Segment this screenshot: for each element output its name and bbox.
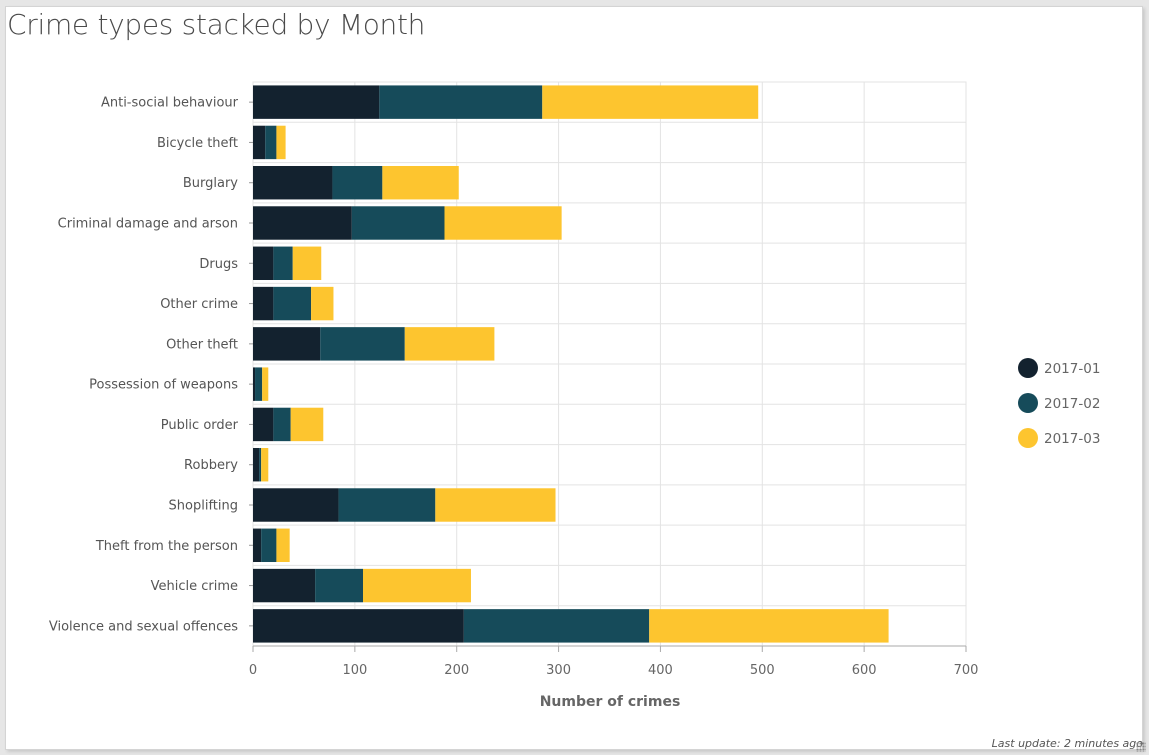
bar-segment-2017-02[interactable] xyxy=(351,206,445,240)
last-update-text: Last update: 2 minutes ago xyxy=(991,737,1143,750)
category-label: Other crime xyxy=(160,297,238,312)
legend-label: 2017-03 xyxy=(1044,431,1100,447)
bar-segment-2017-01[interactable] xyxy=(253,367,256,401)
bar-segment-2017-01[interactable] xyxy=(253,165,333,200)
bar-segment-2017-03[interactable] xyxy=(261,447,269,482)
category-label: Burglary xyxy=(183,176,238,191)
category-label: Violence and sexual offences xyxy=(49,619,238,634)
bar-segment-2017-03[interactable] xyxy=(363,568,471,603)
category-label: Other theft xyxy=(166,337,238,352)
legend: 2017-01 2017-02 2017-03 xyxy=(1018,358,1100,448)
x-tick-label: 200 xyxy=(444,663,469,678)
x-tick-label: 400 xyxy=(648,663,673,678)
bar-segment-2017-01[interactable] xyxy=(253,568,316,603)
bar-segment-2017-03[interactable] xyxy=(649,609,889,643)
resize-grip-icon[interactable] xyxy=(1136,742,1146,752)
bar-segment-2017-01[interactable] xyxy=(253,85,380,119)
bar-segment-2017-03[interactable] xyxy=(435,488,556,522)
bar-segment-2017-01[interactable] xyxy=(253,447,260,482)
category-label: Criminal damage and arson xyxy=(58,217,238,232)
bar-segment-2017-03[interactable] xyxy=(404,327,495,361)
bar-segment-2017-03[interactable] xyxy=(276,528,290,563)
bar-segment-2017-02[interactable] xyxy=(332,165,383,200)
x-axis: 0 100 200 300 400 500 600 700 xyxy=(249,645,979,678)
category-label: Public order xyxy=(161,418,239,433)
bar-segment-2017-02[interactable] xyxy=(261,528,277,563)
bar-segment-2017-02[interactable] xyxy=(273,286,312,321)
bar-segment-2017-02[interactable] xyxy=(463,609,650,643)
bar-segment-2017-01[interactable] xyxy=(253,246,274,281)
bar-segment-2017-03[interactable] xyxy=(542,85,759,119)
x-tick-label: 100 xyxy=(342,663,367,678)
category-label: Robbery xyxy=(184,458,238,473)
bar-segment-2017-03[interactable] xyxy=(292,246,322,281)
bar-segment-2017-03[interactable] xyxy=(311,286,334,321)
category-label: Anti-social behaviour xyxy=(101,96,239,111)
x-axis-title: Number of crimes xyxy=(540,694,681,710)
bar-segment-2017-02[interactable] xyxy=(320,327,405,361)
bar-segment-2017-03[interactable] xyxy=(444,206,562,240)
bar-segment-2017-03[interactable] xyxy=(276,125,286,160)
bar-segment-2017-02[interactable] xyxy=(315,568,364,603)
bar-segment-2017-01[interactable] xyxy=(253,609,464,643)
legend-item-2017-03[interactable]: 2017-03 xyxy=(1018,428,1100,448)
bar-segment-2017-01[interactable] xyxy=(253,206,352,240)
category-label: Theft from the person xyxy=(95,539,238,554)
bar-segment-2017-02[interactable] xyxy=(273,246,293,281)
x-tick-label: 500 xyxy=(750,663,775,678)
legend-item-2017-02[interactable]: 2017-02 xyxy=(1018,393,1100,413)
bar-segment-2017-02[interactable] xyxy=(259,447,262,482)
x-tick-label: 300 xyxy=(546,663,571,678)
legend-swatch-icon xyxy=(1018,358,1038,378)
x-tick-label: 600 xyxy=(852,663,877,678)
stacked-bar-chart: Anti-social behaviour Bicycle theft Burgla… xyxy=(49,81,1100,710)
bar-segment-2017-01[interactable] xyxy=(253,488,339,522)
category-labels: Anti-social behaviour Bicycle theft Burgla… xyxy=(49,96,253,634)
bar-segment-2017-01[interactable] xyxy=(253,286,274,321)
legend-item-2017-01[interactable]: 2017-01 xyxy=(1018,358,1100,378)
legend-swatch-icon xyxy=(1018,428,1038,448)
category-label: Possession of weapons xyxy=(89,378,238,393)
category-label: Drugs xyxy=(199,257,238,272)
bar-segment-2017-02[interactable] xyxy=(273,407,291,442)
legend-swatch-icon xyxy=(1018,393,1038,413)
category-label: Vehicle crime xyxy=(151,579,238,594)
bar-segment-2017-02[interactable] xyxy=(265,125,277,160)
bar-segment-2017-01[interactable] xyxy=(253,528,262,563)
legend-label: 2017-02 xyxy=(1044,396,1100,412)
bar-segment-2017-03[interactable] xyxy=(382,165,459,200)
bar-segment-2017-01[interactable] xyxy=(253,327,321,361)
bar-segment-2017-03[interactable] xyxy=(290,407,324,442)
bar-segment-2017-01[interactable] xyxy=(253,407,274,442)
bar-segment-2017-02[interactable] xyxy=(255,367,263,401)
bar-segment-2017-02[interactable] xyxy=(338,488,436,522)
x-tick-label: 0 xyxy=(249,663,257,678)
bar-segment-2017-01[interactable] xyxy=(253,125,266,160)
x-tick-label: 700 xyxy=(954,663,979,678)
category-label: Shoplifting xyxy=(169,499,238,514)
category-label: Bicycle theft xyxy=(157,136,238,151)
legend-label: 2017-01 xyxy=(1044,361,1100,377)
bar-segment-2017-02[interactable] xyxy=(379,85,543,119)
bar-segment-2017-03[interactable] xyxy=(262,367,269,401)
